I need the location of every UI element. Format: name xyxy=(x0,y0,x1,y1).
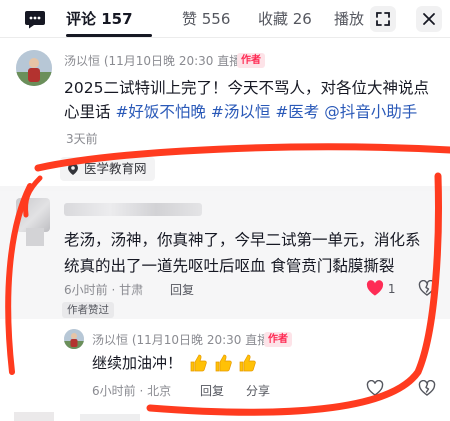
mention-link[interactable]: @抖音小助手 xyxy=(324,103,417,121)
reply-body: 继续加油冲！ xyxy=(92,354,183,372)
author-badge: 作者 xyxy=(237,53,265,68)
post-time: 3天前 xyxy=(66,132,98,146)
fullscreen-icon[interactable] xyxy=(370,6,396,32)
author-badge: 作者 xyxy=(264,332,292,347)
avatar[interactable] xyxy=(16,50,52,86)
reply-button[interactable]: 回复 xyxy=(200,382,224,399)
active-tab-indicator xyxy=(66,34,152,37)
avatar[interactable] xyxy=(16,198,50,232)
comment-time-location: 6小时前 · 北京 xyxy=(92,384,172,398)
author-username[interactable]: 汤以恒 (11月10日晚 20:30 直播) xyxy=(92,331,274,348)
tab-plays[interactable]: 播放 xyxy=(334,8,364,29)
share-button[interactable]: 分享 xyxy=(246,382,270,399)
like-button[interactable]: 1 xyxy=(366,280,395,296)
avatar-blur-patch xyxy=(26,228,44,246)
dislike-icon[interactable] xyxy=(418,379,436,400)
hashtag-link[interactable]: #汤以恒 xyxy=(211,103,271,121)
message-icon[interactable] xyxy=(24,10,46,29)
tab-likes[interactable]: 赞 556 xyxy=(182,8,230,29)
next-comment-preview xyxy=(80,414,140,421)
comment-text: 继续加油冲！ xyxy=(92,352,257,378)
heart-filled-icon xyxy=(366,280,384,296)
hashtag-link[interactable]: #医考 xyxy=(275,103,319,121)
location-pin-icon xyxy=(68,163,78,175)
dislike-icon[interactable] xyxy=(418,279,436,300)
comment-text: 老汤，汤神，你真神了，今早二试第一单元，消化系统真的出了一道先呕吐后呕血 食管贲… xyxy=(64,231,421,275)
location-tag[interactable]: 医学教育网 xyxy=(60,157,155,181)
comment-panel-header: 评论 157 赞 556 收藏 26 播放 xyxy=(0,0,450,38)
author-username[interactable]: 汤以恒 (11月10日晚 20:30 直播) xyxy=(64,52,246,69)
tab-comments[interactable]: 评论 157 xyxy=(66,8,133,29)
close-icon[interactable] xyxy=(416,6,442,32)
author-liked-tag: 作者赞过 xyxy=(62,302,114,318)
avatar[interactable] xyxy=(64,329,84,349)
post-text: 2025二试特训上完了！今天不骂人，对各位大神说点心里话 #好饭不怕晚 #汤以恒… xyxy=(64,76,434,124)
reply-button[interactable]: 回复 xyxy=(170,281,194,298)
thumbs-up-icon xyxy=(189,354,207,378)
blurred-username[interactable] xyxy=(64,203,202,216)
thumbs-up-icon xyxy=(214,354,232,378)
next-comment-preview xyxy=(14,412,54,421)
like-icon[interactable] xyxy=(366,379,384,400)
comment-time-location: 6小时前 · 甘肃 xyxy=(64,283,144,297)
thumbs-up-icon xyxy=(238,354,257,378)
location-label: 医学教育网 xyxy=(84,161,147,176)
hashtag-link[interactable]: #好饭不怕晚 xyxy=(115,103,206,121)
tab-favorites[interactable]: 收藏 26 xyxy=(258,8,312,29)
like-count: 1 xyxy=(387,282,396,296)
